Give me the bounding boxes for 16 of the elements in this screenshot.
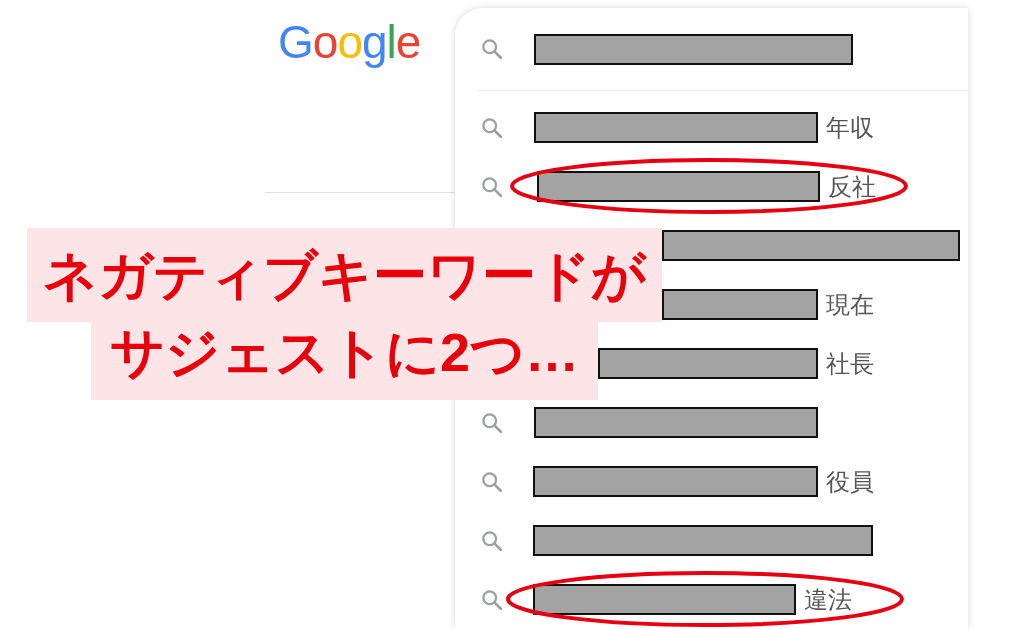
suggestion-text[interactable]: 現在 [826, 289, 874, 320]
suggestion-text[interactable]: 年収 [826, 112, 874, 143]
search-icon [482, 471, 502, 492]
search-icon [482, 589, 502, 610]
suggestion-text[interactable]: 反社 [828, 171, 876, 202]
callout-text: サジェストに2つ… [91, 322, 598, 400]
suggestion-text[interactable]: 社長 [826, 348, 874, 379]
google-logo[interactable]: Google [278, 16, 421, 68]
search-icon [482, 39, 502, 59]
search-icon [482, 176, 502, 197]
callout-text: ネガティブキーワードが [27, 228, 662, 322]
suggestion-text[interactable]: 違法 [804, 584, 852, 615]
search-icon [482, 530, 502, 551]
suggestion-text[interactable]: 役員 [826, 466, 874, 497]
search-icon [482, 117, 502, 138]
search-icon [482, 412, 502, 433]
